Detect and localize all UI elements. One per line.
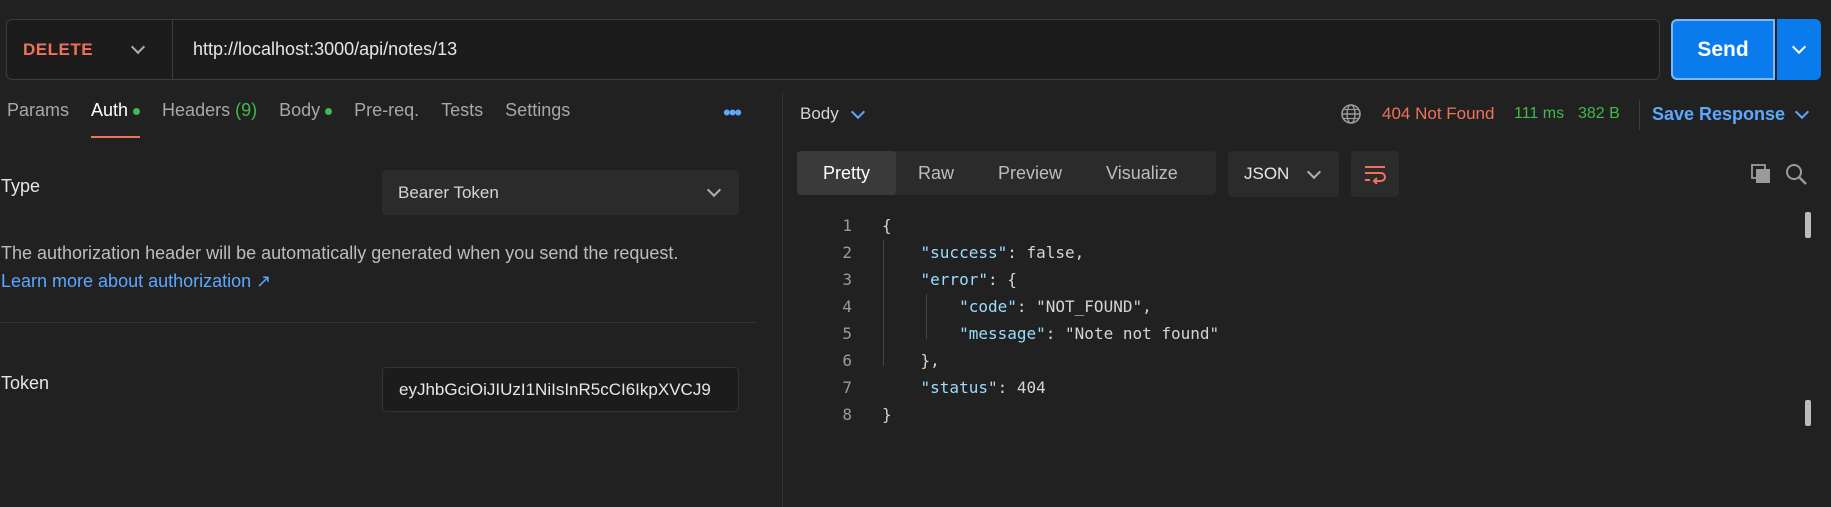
code-line: 2 "success": false, — [820, 239, 1219, 266]
code-line: 4 "code": "NOT_FOUND", — [820, 293, 1219, 320]
code-text: }, — [882, 351, 940, 370]
line-number: 8 — [842, 405, 852, 424]
tab-visualize[interactable]: Visualize — [1084, 151, 1200, 195]
save-response-button[interactable]: Save Response — [1652, 104, 1810, 125]
code-text: { — [882, 216, 892, 235]
code-text: "status": 404 — [920, 378, 1046, 397]
status-dot — [325, 108, 333, 115]
code-line: 5 "message": "Note not found" — [820, 320, 1219, 347]
line-number: 7 — [842, 378, 852, 397]
code-text: "code": "NOT_FOUND", — [959, 297, 1152, 316]
send-options-button[interactable] — [1777, 19, 1821, 80]
search-icon[interactable] — [1784, 162, 1808, 186]
chevron-down-icon — [1795, 104, 1810, 120]
tab-label: Pre-req. — [354, 100, 420, 120]
code-text: "success": false, — [920, 243, 1085, 262]
tab-raw[interactable]: Raw — [896, 151, 976, 195]
panel-divider[interactable] — [782, 92, 783, 507]
code-line: 6 }, — [820, 347, 1219, 374]
chevron-down-icon — [850, 104, 865, 119]
request-tabs: Params Auth Headers (9) Body Pre-req. Tes… — [0, 100, 585, 140]
url-input[interactable]: http://localhost:3000/api/notes/13 — [173, 39, 457, 60]
tab-label: Body — [279, 100, 321, 120]
wrap-lines-button[interactable] — [1351, 151, 1399, 197]
response-body-label: Body — [800, 104, 839, 123]
tab-body[interactable]: Body — [279, 100, 333, 138]
line-number: 4 — [842, 297, 852, 316]
code-text: } — [882, 405, 892, 424]
tab-preview[interactable]: Preview — [976, 151, 1084, 195]
auth-description: The authorization header will be automat… — [1, 243, 679, 263]
auth-type-label: Type — [1, 176, 41, 196]
status-dot — [133, 108, 141, 115]
code-text: "error": { — [920, 270, 1017, 289]
tab-settings[interactable]: Settings — [505, 100, 570, 138]
request-url-bar: DELETE http://localhost:3000/api/notes/1… — [6, 19, 1660, 80]
response-body-selector[interactable]: Body — [800, 104, 865, 124]
tab-pretty[interactable]: Pretty — [797, 151, 896, 195]
tab-label: Tests — [441, 100, 484, 120]
code-line: 3 "error": { — [820, 266, 1219, 293]
tab-tests[interactable]: Tests — [441, 100, 483, 138]
token-label: Token — [1, 373, 50, 393]
line-number: 5 — [842, 324, 852, 343]
more-icon[interactable]: ••• — [723, 102, 742, 124]
wrap-lines-icon — [1365, 166, 1386, 184]
chevron-down-icon — [706, 182, 722, 198]
response-view-tabs: Pretty Raw Preview Visualize — [797, 151, 1216, 195]
tab-label: Settings — [505, 100, 571, 120]
save-response-label: Save Response — [1652, 104, 1786, 124]
tab-auth[interactable]: Auth — [91, 100, 141, 138]
response-time[interactable]: 111 ms — [1514, 105, 1564, 123]
format-select[interactable]: JSON — [1228, 151, 1339, 197]
format-value: JSON — [1244, 164, 1290, 183]
tab-pre-request[interactable]: Pre-req. — [354, 100, 419, 138]
tab-params[interactable]: Params — [7, 100, 69, 138]
tab-label: Headers — [162, 100, 231, 120]
line-number: 2 — [842, 243, 852, 262]
code-line: 8} — [820, 401, 1219, 428]
divider — [0, 322, 757, 323]
tab-label: Auth — [91, 100, 129, 120]
globe-icon[interactable] — [1340, 103, 1362, 125]
chevron-down-icon — [1791, 39, 1807, 55]
response-size[interactable]: 382 B — [1578, 105, 1620, 123]
tab-headers[interactable]: Headers (9) — [162, 100, 257, 138]
send-button[interactable]: Send — [1671, 19, 1775, 80]
status-badge[interactable]: 404 Not Found — [1382, 104, 1494, 124]
response-code[interactable]: 1{ 2 "success": false, 3 "error": { 4 "c… — [820, 212, 1219, 428]
auth-type-value: Bearer Token — [398, 182, 499, 202]
line-number: 1 — [842, 216, 852, 235]
code-line: 7 "status": 404 — [820, 374, 1219, 401]
method-label: DELETE — [23, 39, 94, 59]
line-number: 6 — [842, 351, 852, 370]
code-text: "message": "Note not found" — [959, 324, 1220, 343]
scrollbar-thumb[interactable] — [1805, 212, 1811, 238]
chevron-down-icon — [130, 39, 146, 55]
headers-count: (9) — [235, 100, 258, 120]
tab-label: Params — [7, 100, 70, 120]
copy-icon[interactable] — [1750, 163, 1772, 185]
learn-more-link[interactable]: Learn more about authorization ↗ — [1, 271, 271, 292]
method-selector[interactable]: DELETE — [7, 20, 173, 79]
auth-type-select[interactable]: Bearer Token — [382, 170, 739, 215]
chevron-down-icon — [1306, 164, 1322, 179]
scrollbar-thumb[interactable] — [1805, 400, 1811, 426]
divider — [1639, 100, 1640, 130]
token-input[interactable]: eyJhbGciOiJIUzI1NiIsInR5cCI6IkpXVCJ9 — [382, 367, 739, 412]
code-line: 1{ — [820, 212, 1219, 239]
line-number: 3 — [842, 270, 852, 289]
